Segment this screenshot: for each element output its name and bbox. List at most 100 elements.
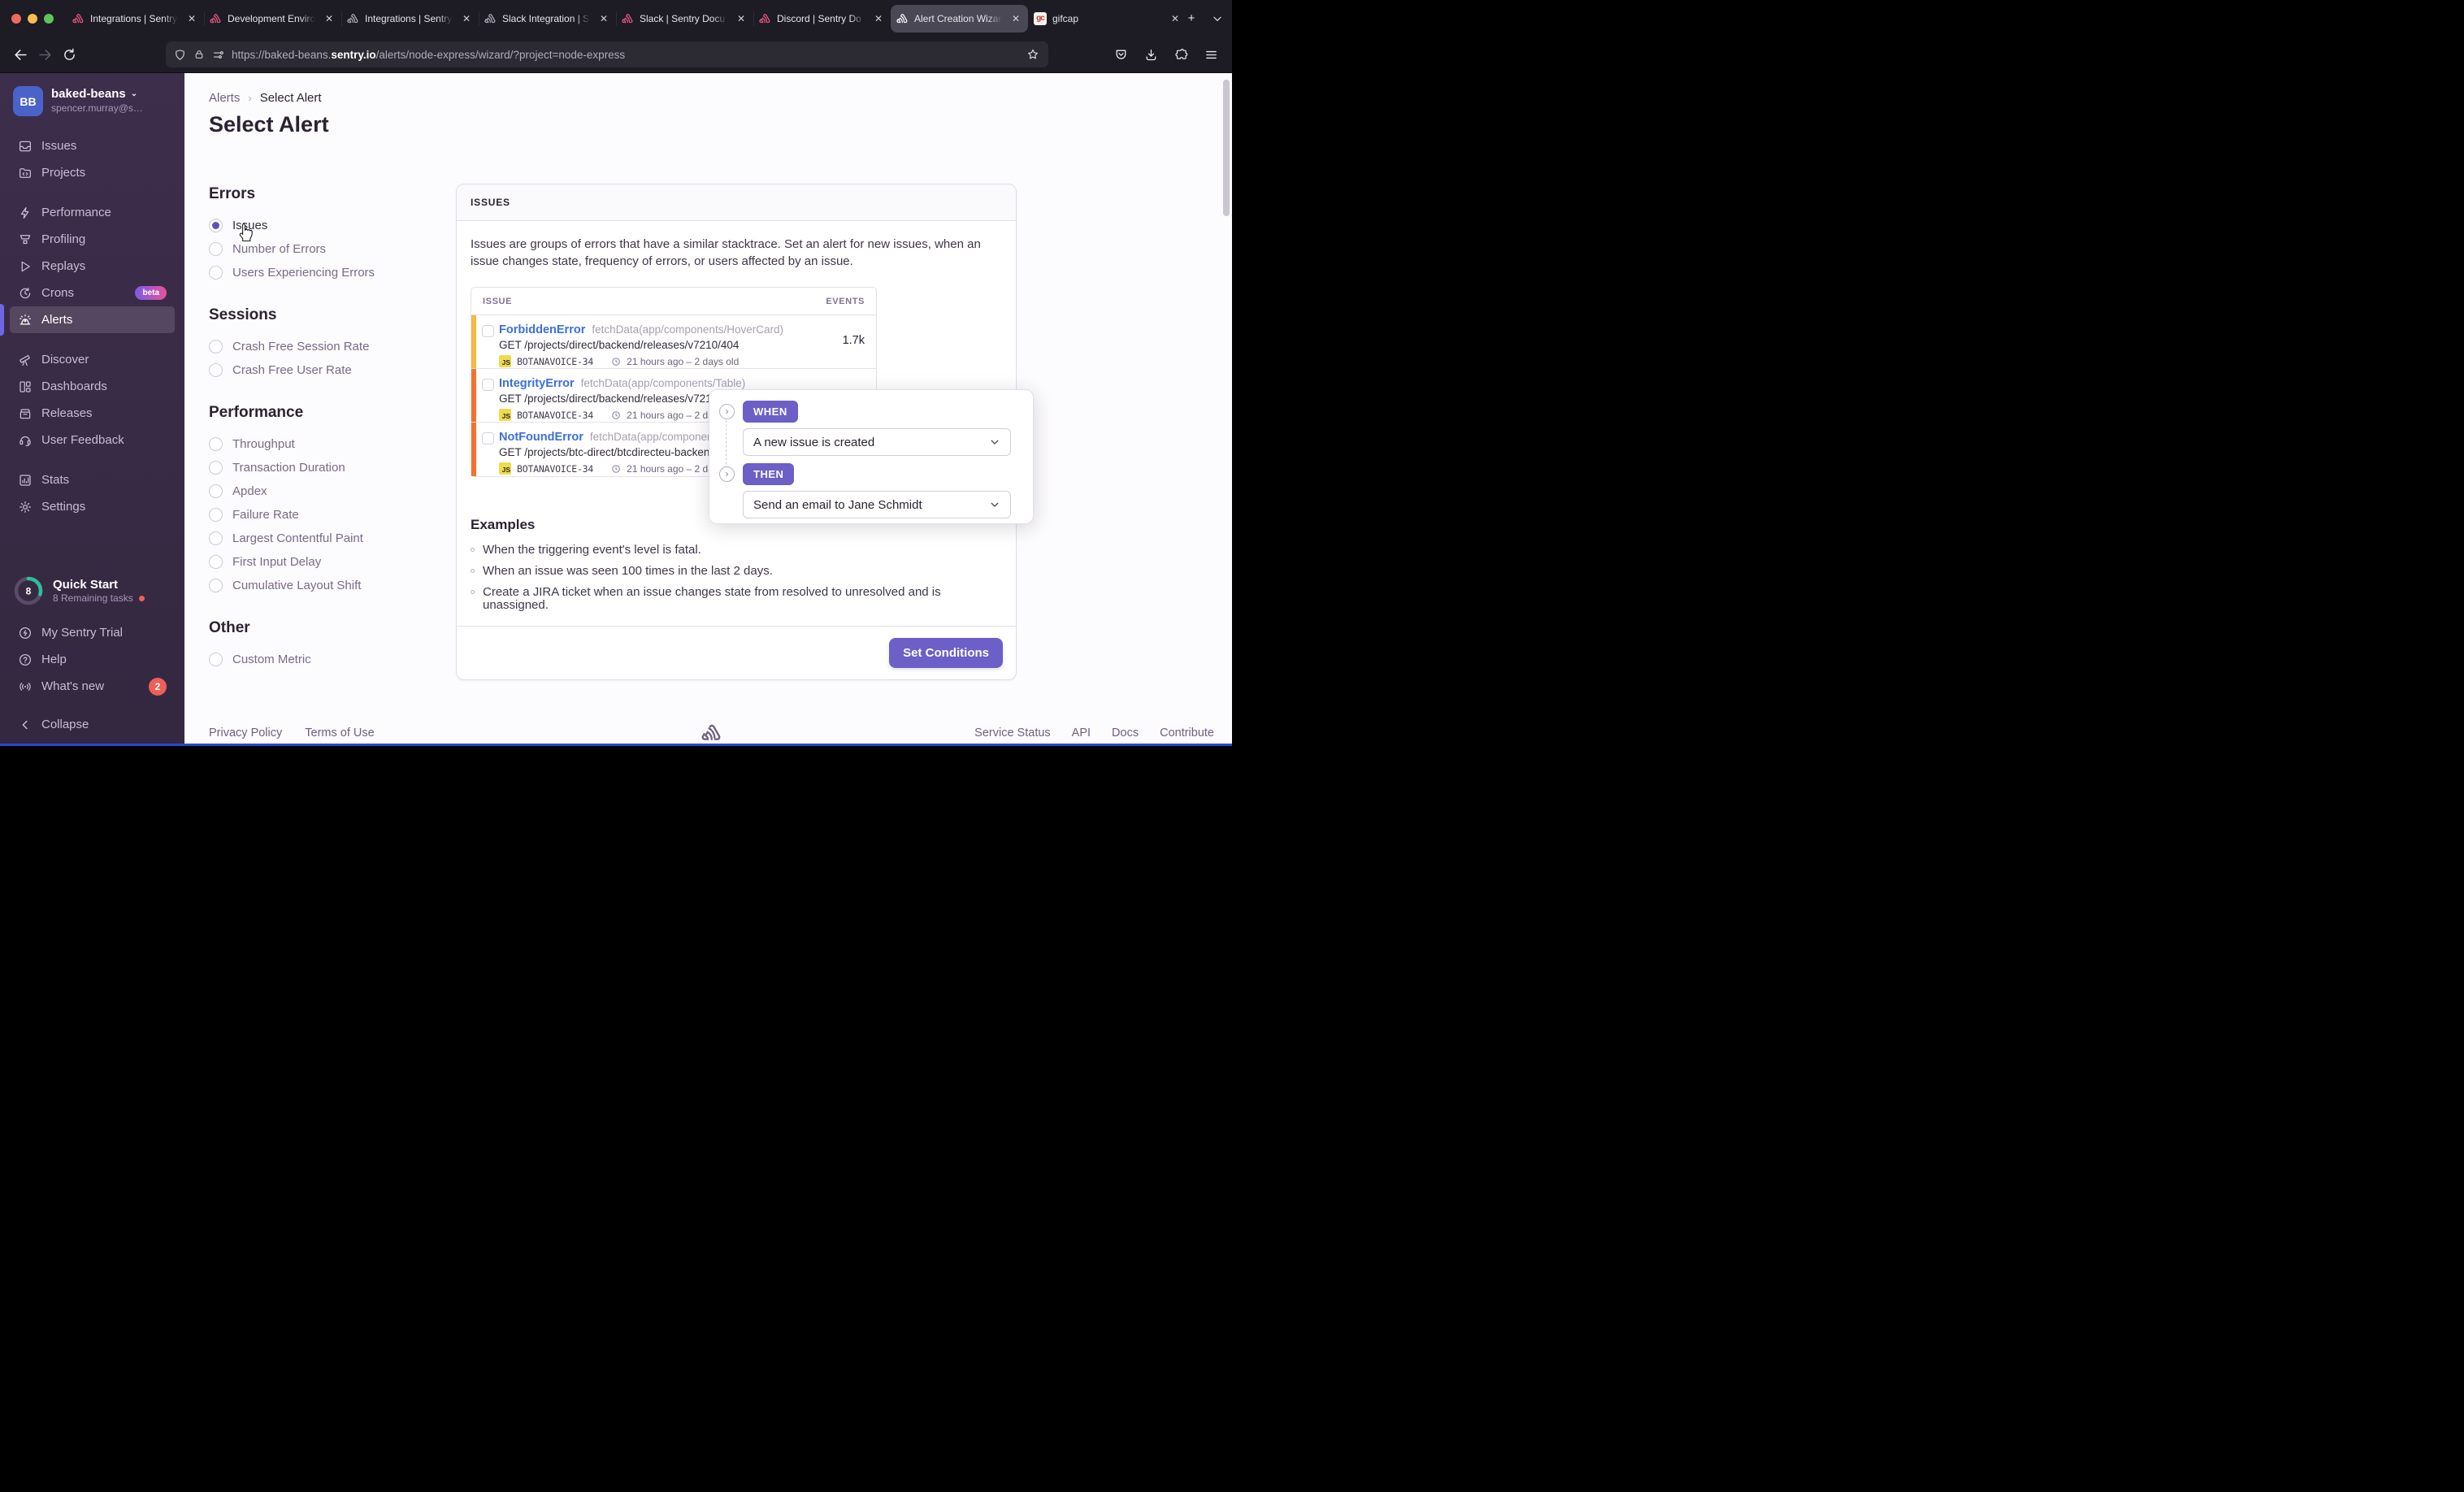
tab-close-icon[interactable]: ✕	[597, 13, 610, 24]
sidebar-item-alerts[interactable]: Alerts	[0, 304, 175, 336]
sidebar-collapse-button[interactable]: Collapse	[10, 711, 175, 738]
window-close-button[interactable]	[11, 13, 21, 24]
terms-of-use-link[interactable]: Terms of Use	[305, 726, 374, 739]
radio-icon[interactable]	[209, 507, 223, 522]
releases-icon	[18, 406, 33, 421]
sidebar-item-whats-new[interactable]: What's new 2	[10, 673, 175, 700]
sidebar-item-settings[interactable]: Settings	[10, 493, 175, 520]
radio-icon[interactable]	[209, 460, 223, 475]
radio-throughput[interactable]: Throughput	[209, 435, 453, 453]
tab-gifcap[interactable]: gc gifcap ✕	[1028, 5, 1187, 33]
api-link[interactable]: API	[1072, 726, 1091, 739]
sidebar-item-issues[interactable]: Issues	[10, 132, 175, 159]
radio-icon[interactable]	[209, 652, 223, 666]
url-text[interactable]: https://baked-beans.sentry.io/alerts/nod…	[232, 49, 1015, 61]
radio-icon[interactable]	[209, 554, 223, 569]
tab-list-chevron-icon[interactable]	[1206, 7, 1229, 30]
tab-alert-creation-wizard[interactable]: Alert Creation Wizar ✕	[891, 4, 1028, 33]
quick-start-panel[interactable]: 8 Quick Start 8 Remaining tasks	[0, 575, 184, 606]
radio-first-input-delay[interactable]: First Input Delay	[209, 553, 453, 570]
service-status-link[interactable]: Service Status	[974, 726, 1051, 739]
pocket-icon[interactable]	[1109, 42, 1132, 67]
sidebar-item-stats[interactable]: Stats	[10, 466, 175, 493]
radio-issues[interactable]: Issues	[209, 216, 453, 234]
tab-close-icon[interactable]: ✕	[1009, 13, 1022, 24]
when-badge: WHEN	[743, 401, 798, 423]
download-icon[interactable]	[1139, 42, 1162, 67]
radio-icon[interactable]	[209, 578, 223, 592]
bookmark-star-icon[interactable]	[1022, 44, 1043, 65]
tab-slack-integration[interactable]: Slack Integration | S ✕	[479, 5, 616, 33]
issue-link[interactable]: ForbiddenError	[499, 323, 585, 336]
tab-discord-docs[interactable]: Discord | Sentry Do ✕	[753, 5, 891, 33]
sidebar-item-replays[interactable]: Replays	[10, 253, 175, 280]
tab-integrations-2[interactable]: Integrations | Sentry ✕	[341, 5, 479, 33]
row-checkbox[interactable]	[482, 325, 494, 337]
tab-close-icon[interactable]: ✕	[872, 13, 885, 24]
then-action-select[interactable]: Send an email to Jane Schmidt	[743, 491, 1011, 518]
bullet-icon	[471, 590, 475, 594]
sidebar-item-releases[interactable]: Releases	[10, 400, 175, 427]
tab-close-icon[interactable]: ✕	[460, 13, 473, 24]
extensions-puzzle-icon[interactable]	[1169, 42, 1192, 67]
table-row[interactable]: ForbiddenError fetchData(app/components/H…	[471, 315, 876, 369]
sidebar-item-my-sentry-trial[interactable]: My Sentry Trial	[10, 619, 175, 646]
org-switcher[interactable]: BB baked-beans ⌄ spencer.murray@s…	[0, 86, 184, 116]
issue-link[interactable]: NotFoundError	[499, 431, 583, 444]
sidebar-item-projects[interactable]: Projects	[10, 159, 175, 186]
sidebar-item-help[interactable]: Help	[10, 646, 175, 673]
tab-close-icon[interactable]: ✕	[735, 13, 748, 24]
radio-icon[interactable]	[209, 484, 223, 498]
docs-link[interactable]: Docs	[1112, 726, 1139, 739]
radio-custom-metric[interactable]: Custom Metric	[209, 650, 453, 668]
tab-close-icon[interactable]: ✕	[323, 13, 336, 24]
forward-icon[interactable]	[33, 42, 57, 67]
row-checkbox[interactable]	[482, 432, 494, 445]
set-conditions-button[interactable]: Set Conditions	[889, 638, 1003, 668]
sidebar-item-profiling[interactable]: Profiling	[10, 226, 175, 253]
radio-icon[interactable]	[209, 531, 223, 545]
sidebar-item-user-feedback[interactable]: User Feedback	[10, 427, 175, 453]
reload-icon[interactable]	[57, 42, 81, 67]
privacy-policy-link[interactable]: Privacy Policy	[209, 726, 282, 739]
permissions-icon[interactable]	[212, 49, 224, 61]
lock-icon[interactable]	[193, 49, 205, 60]
window-zoom-button[interactable]	[44, 13, 54, 24]
breadcrumb-alerts-link[interactable]: Alerts	[209, 91, 240, 105]
sidebar-item-label: What's new	[41, 679, 105, 693]
tracking-shield-icon[interactable]	[174, 49, 186, 61]
when-condition-select[interactable]: A new issue is created	[743, 428, 1011, 456]
url-bar[interactable]: https://baked-beans.sentry.io/alerts/nod…	[166, 41, 1048, 67]
window-minimize-button[interactable]	[28, 13, 37, 24]
tab-integrations-1[interactable]: Integrations | Sentry ✕	[67, 5, 204, 33]
scrollbar-thumb[interactable]	[1223, 80, 1230, 216]
radio-icon[interactable]	[209, 241, 223, 256]
radio-failure-rate[interactable]: Failure Rate	[209, 505, 453, 523]
radio-apdex[interactable]: Apdex	[209, 482, 453, 500]
tab-slack-docs[interactable]: Slack | Sentry Docu ✕	[616, 5, 753, 33]
radio-users-experiencing-errors[interactable]: Users Experiencing Errors	[209, 263, 453, 281]
sidebar-item-crons[interactable]: Crons beta	[10, 280, 175, 306]
row-checkbox[interactable]	[482, 379, 494, 391]
tab-close-icon[interactable]: ✕	[185, 13, 198, 24]
tab-development-environment[interactable]: Development Enviro ✕	[204, 5, 341, 33]
back-icon[interactable]	[8, 42, 33, 67]
contribute-link[interactable]: Contribute	[1160, 726, 1214, 739]
radio-crash-free-session-rate[interactable]: Crash Free Session Rate	[209, 337, 453, 355]
radio-icon[interactable]	[209, 339, 223, 353]
radio-icon[interactable]	[209, 265, 223, 280]
radio-selected-icon[interactable]	[209, 218, 223, 232]
radio-crash-free-user-rate[interactable]: Crash Free User Rate	[209, 361, 453, 379]
radio-transaction-duration[interactable]: Transaction Duration	[209, 458, 453, 476]
issue-link[interactable]: IntegrityError	[499, 377, 575, 390]
sidebar-item-dashboards[interactable]: Dashboards	[10, 373, 175, 400]
radio-icon[interactable]	[209, 362, 223, 377]
sidebar-item-performance[interactable]: Performance	[10, 199, 175, 226]
sidebar-item-discover[interactable]: Discover	[10, 346, 175, 373]
radio-icon[interactable]	[209, 436, 223, 451]
menu-icon[interactable]	[1199, 42, 1222, 67]
radio-largest-contentful-paint[interactable]: Largest Contentful Paint	[209, 529, 453, 547]
tab-close-icon[interactable]: ✕	[1169, 13, 1182, 24]
radio-cumulative-layout-shift[interactable]: Cumulative Layout Shift	[209, 576, 453, 594]
radio-number-of-errors[interactable]: Number of Errors	[209, 240, 453, 258]
